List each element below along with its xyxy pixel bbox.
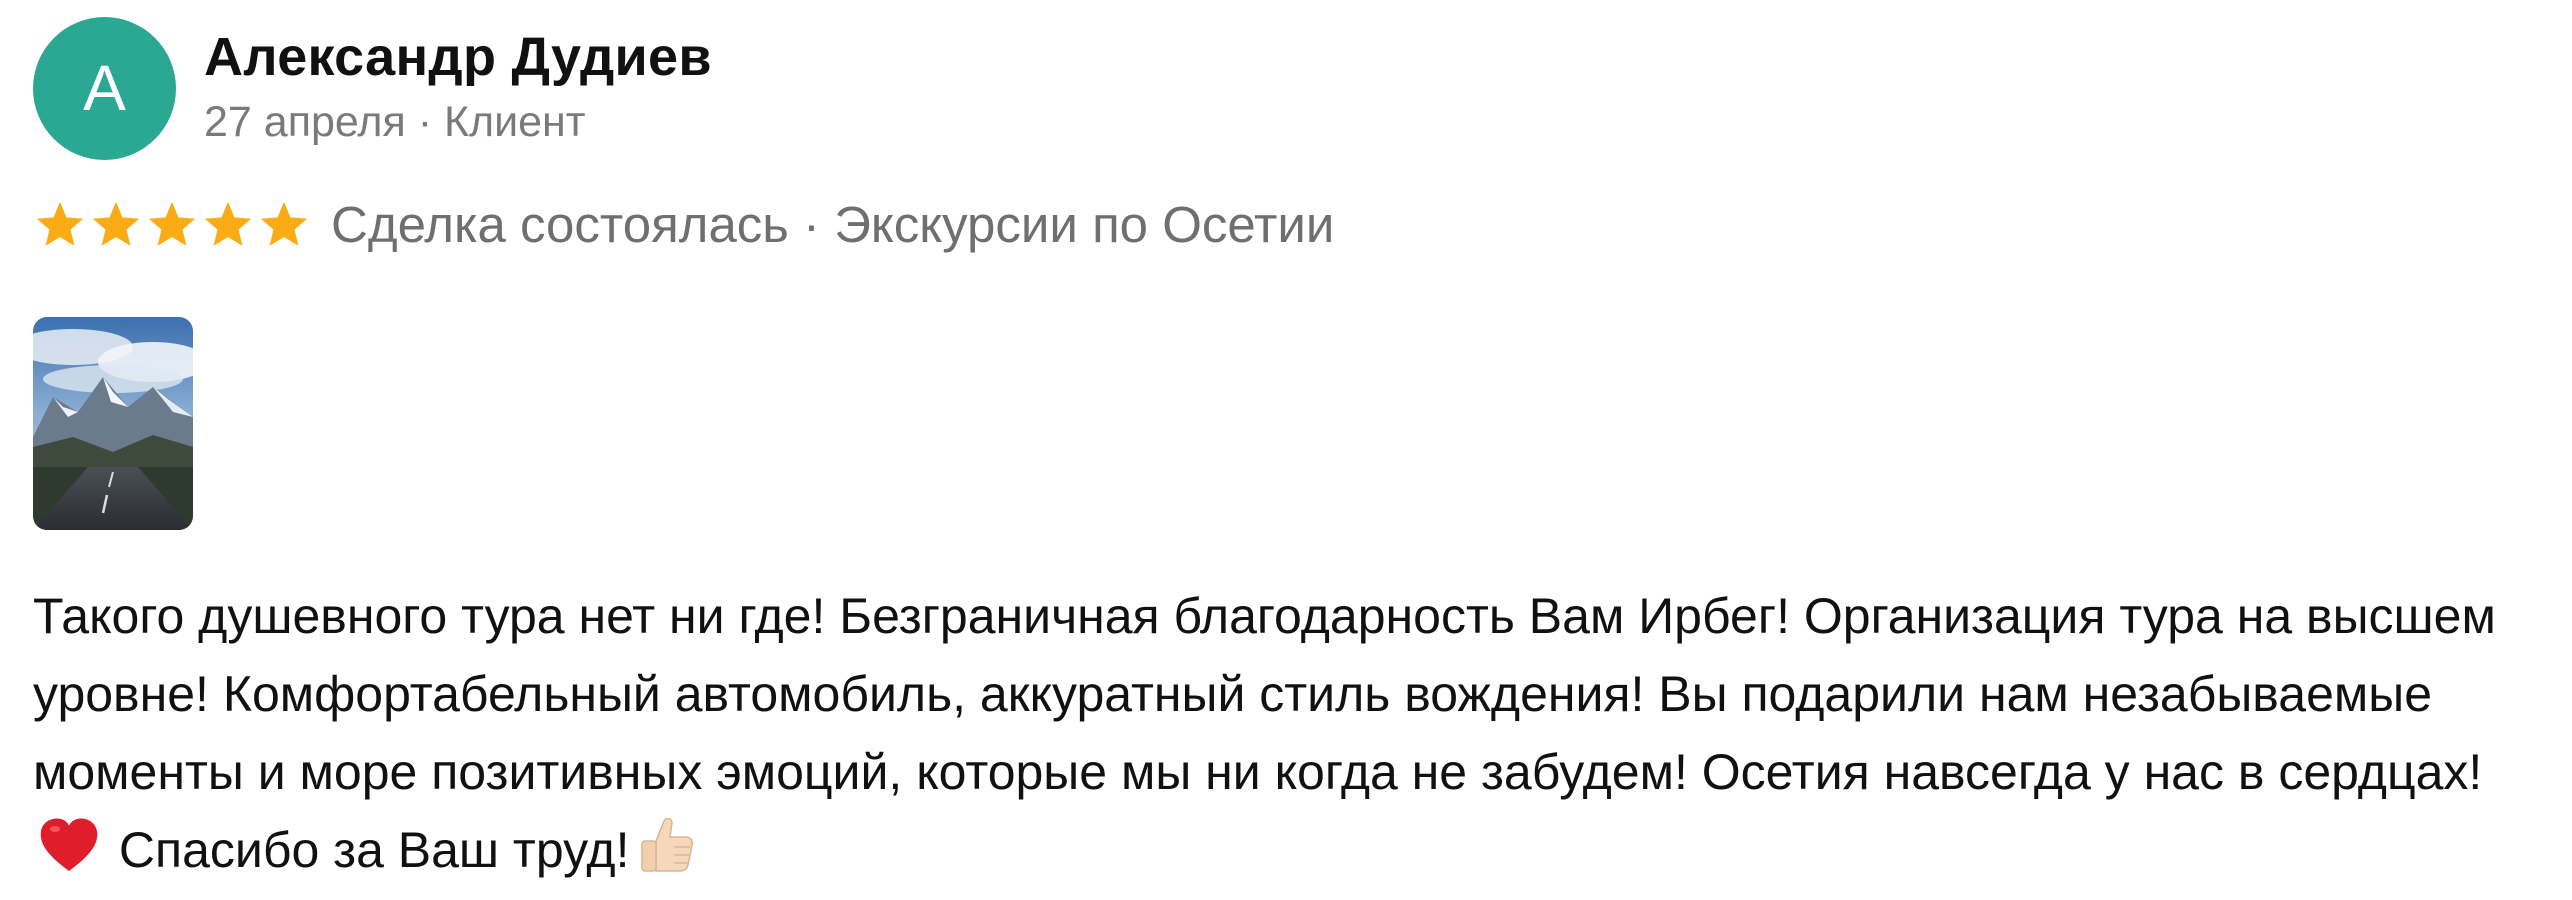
red-heart-icon [37, 813, 101, 877]
author-info: Александр Дудиев 27 апреля · Клиент [204, 26, 712, 150]
review-header: A Александр Дудиев 27 апреля · Клиент [33, 16, 2553, 160]
star-icon [145, 198, 199, 252]
rating-row: Сделка состоялась · Экскурсии по Осетии [33, 190, 2553, 260]
review-photo[interactable] [33, 317, 193, 530]
review-date-role: 27 апреля · Клиент [204, 98, 586, 146]
review-text-main: Такого душевного тура нет ни где! Безгра… [33, 588, 2496, 800]
review-text: Такого душевного тура нет ни где! Безгра… [33, 577, 2553, 889]
star-icon [257, 198, 311, 252]
star-icon [89, 198, 143, 252]
author-name[interactable]: Александр Дудиев [204, 26, 712, 88]
star-rating [33, 198, 313, 252]
review-card: A Александр Дудиев 27 апреля · Клиент Сд… [33, 16, 2553, 889]
review-text-thanks: Спасибо за Ваш труд! [105, 822, 630, 878]
star-icon [33, 198, 87, 252]
deal-info: Сделка состоялась · Экскурсии по Осетии [331, 196, 1335, 253]
thumbs-up-icon [634, 813, 698, 877]
mountain-road-photo-icon [33, 317, 193, 530]
star-icon [201, 198, 255, 252]
avatar[interactable]: A [33, 16, 176, 160]
